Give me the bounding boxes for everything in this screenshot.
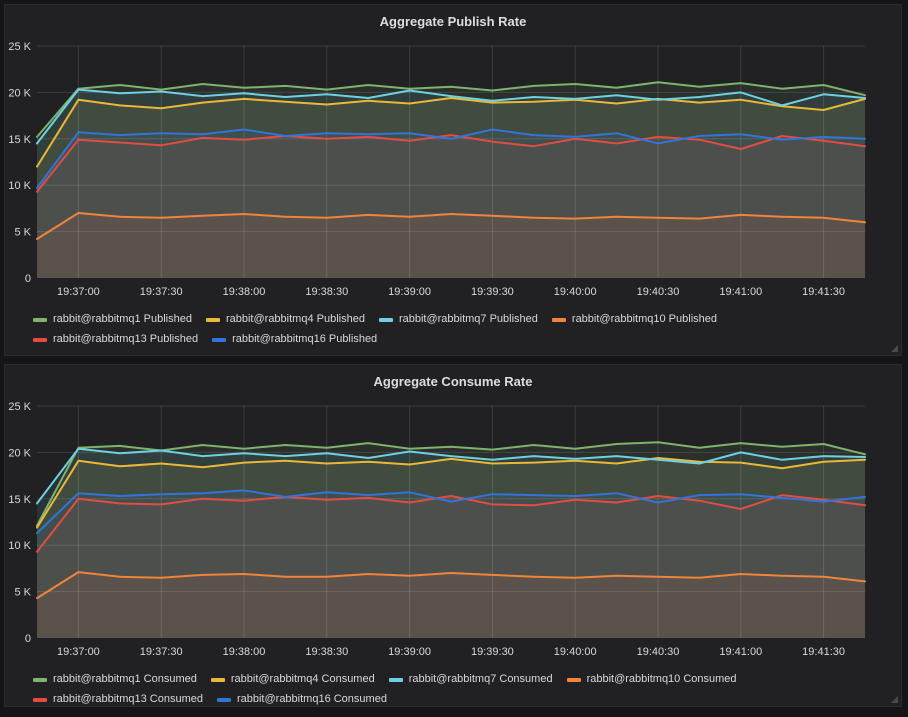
legend-swatch-icon: [33, 698, 47, 702]
legend-label: rabbit@rabbitmq13 Consumed: [53, 690, 203, 709]
legend-item[interactable]: rabbit@rabbitmq7 Consumed: [389, 670, 553, 689]
legend-label: rabbit@rabbitmq4 Consumed: [231, 670, 375, 689]
legend-item[interactable]: rabbit@rabbitmq7 Published: [379, 310, 538, 329]
legend-label: rabbit@rabbitmq10 Published: [572, 310, 717, 329]
legend-swatch-icon: [217, 698, 231, 702]
svg-text:19:38:00: 19:38:00: [223, 286, 266, 298]
legend-label: rabbit@rabbitmq7 Published: [399, 310, 538, 329]
legend-label: rabbit@rabbitmq16 Published: [232, 330, 377, 349]
legend-item[interactable]: rabbit@rabbitmq4 Consumed: [211, 670, 375, 689]
legend-label: rabbit@rabbitmq4 Published: [226, 310, 365, 329]
publish-rate-chart[interactable]: 0 5 K 10 K 15 K 20 K 25 K 19:37:00 19:37:30 19:3…: [5, 38, 903, 302]
svg-text:20 K: 20 K: [8, 87, 31, 99]
svg-text:19:41:30: 19:41:30: [802, 286, 845, 298]
svg-text:19:37:30: 19:37:30: [140, 286, 183, 298]
panel-aggregate-publish-rate: Aggregate Publish Rate 0 5 K 10 K 15 K 20 K 2…: [4, 4, 902, 356]
legend-swatch-icon: [212, 338, 226, 342]
legend-swatch-icon: [206, 318, 220, 322]
legend-item[interactable]: rabbit@rabbitmq13 Published: [33, 330, 198, 349]
svg-text:19:38:30: 19:38:30: [305, 286, 348, 298]
svg-text:19:41:00: 19:41:00: [719, 286, 762, 298]
svg-text:19:40:00: 19:40:00: [554, 646, 597, 658]
legend-swatch-icon: [552, 318, 566, 322]
legend-item[interactable]: rabbit@rabbitmq1 Published: [33, 310, 192, 329]
legend-item[interactable]: rabbit@rabbitmq16 Published: [212, 330, 377, 349]
legend-item[interactable]: rabbit@rabbitmq16 Consumed: [217, 690, 387, 709]
legend-swatch-icon: [567, 678, 581, 682]
legend-label: rabbit@rabbitmq13 Published: [53, 330, 198, 349]
legend-swatch-icon: [33, 678, 47, 682]
svg-text:10 K: 10 K: [8, 180, 31, 192]
svg-text:0: 0: [25, 633, 31, 645]
svg-text:5 K: 5 K: [14, 587, 31, 599]
legend-swatch-icon: [389, 678, 403, 682]
svg-text:25 K: 25 K: [8, 41, 31, 53]
consume-rate-chart[interactable]: 0 5 K 10 K 15 K 20 K 25 K 19:37:00 19:37:30 19:3…: [5, 398, 903, 662]
panel-resize-handle-icon[interactable]: [891, 345, 898, 352]
svg-text:19:38:30: 19:38:30: [305, 646, 348, 658]
panel-title[interactable]: Aggregate Publish Rate: [5, 5, 901, 31]
legend-item[interactable]: rabbit@rabbitmq10 Published: [552, 310, 717, 329]
svg-text:19:41:00: 19:41:00: [719, 646, 762, 658]
svg-text:0: 0: [25, 273, 31, 285]
legend-label: rabbit@rabbitmq10 Consumed: [587, 670, 737, 689]
legend-swatch-icon: [379, 318, 393, 322]
legend-item[interactable]: rabbit@rabbitmq13 Consumed: [33, 690, 203, 709]
legend-item[interactable]: rabbit@rabbitmq1 Consumed: [33, 670, 197, 689]
svg-text:19:38:00: 19:38:00: [223, 646, 266, 658]
legend-swatch-icon: [211, 678, 225, 682]
svg-text:19:37:00: 19:37:00: [57, 646, 100, 658]
svg-text:19:39:00: 19:39:00: [388, 646, 431, 658]
legend-label: rabbit@rabbitmq1 Consumed: [53, 670, 197, 689]
svg-text:19:39:30: 19:39:30: [471, 646, 514, 658]
legend-swatch-icon: [33, 318, 47, 322]
svg-text:19:37:00: 19:37:00: [57, 286, 100, 298]
legend-item[interactable]: rabbit@rabbitmq10 Consumed: [567, 670, 737, 689]
legend-item[interactable]: rabbit@rabbitmq4 Published: [206, 310, 365, 329]
legend: rabbit@rabbitmq1 Consumedrabbit@rabbitmq…: [5, 670, 901, 709]
legend: rabbit@rabbitmq1 Publishedrabbit@rabbitm…: [5, 310, 901, 349]
panel-aggregate-consume-rate: Aggregate Consume Rate 0 5 K 10 K 15 K 20 K 2…: [4, 364, 902, 707]
panel-resize-handle-icon[interactable]: [891, 696, 898, 703]
svg-text:15 K: 15 K: [8, 494, 31, 506]
panel-title[interactable]: Aggregate Consume Rate: [5, 365, 901, 391]
svg-text:20 K: 20 K: [8, 447, 31, 459]
legend-label: rabbit@rabbitmq16 Consumed: [237, 690, 387, 709]
svg-text:19:40:00: 19:40:00: [554, 286, 597, 298]
svg-text:15 K: 15 K: [8, 134, 31, 146]
legend-label: rabbit@rabbitmq1 Published: [53, 310, 192, 329]
legend-label: rabbit@rabbitmq7 Consumed: [409, 670, 553, 689]
svg-text:25 K: 25 K: [8, 401, 31, 413]
svg-text:19:41:30: 19:41:30: [802, 646, 845, 658]
svg-text:5 K: 5 K: [14, 227, 31, 239]
svg-text:10 K: 10 K: [8, 540, 31, 552]
svg-text:19:37:30: 19:37:30: [140, 646, 183, 658]
svg-text:19:40:30: 19:40:30: [637, 646, 680, 658]
svg-text:19:39:30: 19:39:30: [471, 286, 514, 298]
legend-swatch-icon: [33, 338, 47, 342]
svg-text:19:39:00: 19:39:00: [388, 286, 431, 298]
svg-text:19:40:30: 19:40:30: [637, 286, 680, 298]
